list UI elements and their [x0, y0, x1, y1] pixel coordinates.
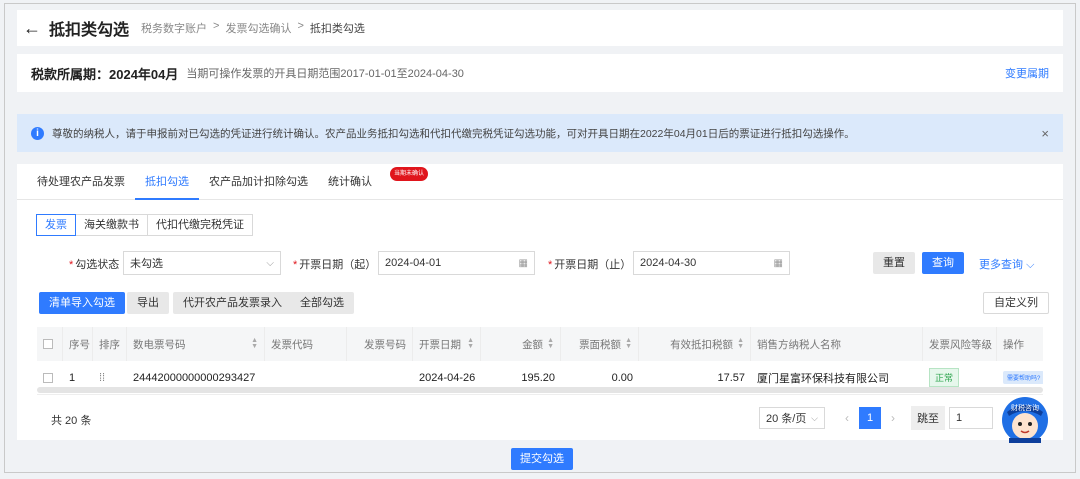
col-amount[interactable]: 金额 ▲ ▼	[481, 327, 561, 361]
next-page-icon[interactable]: ›	[891, 411, 895, 425]
goto-label: 跳至	[911, 406, 945, 430]
row-checkbox[interactable]	[43, 372, 53, 383]
submit-selection-button[interactable]: 提交勾选	[511, 448, 573, 470]
tab-agri-extra-deduction[interactable]: 农产品加计扣除勾选	[199, 164, 318, 200]
header-checkbox-cell	[37, 327, 63, 361]
select-all-button[interactable]: 全部勾选	[290, 292, 354, 314]
assistant-avatar[interactable]: 财税咨询	[1001, 396, 1049, 444]
end-date-label: * 开票日期（止）	[548, 259, 632, 271]
document-type-switch: 发票 海关缴款书 代扣代缴完税凭证	[36, 214, 253, 236]
date-range-text: 当期可操作发票的开具日期范围2017-01-01至2024-04-30	[186, 68, 464, 80]
info-icon: i	[31, 126, 44, 140]
prev-page-icon[interactable]: ‹	[845, 411, 849, 425]
notice-banner: i 尊敬的纳税人，请于申报前对已勾选的凭证进行统计确认。农产品业务抵扣勾选和代扣…	[17, 114, 1063, 152]
breadcrumb-separator: >	[213, 20, 220, 32]
chevron-down-icon: ⌵	[1026, 259, 1035, 271]
change-period-link[interactable]: 变更属期	[1005, 65, 1049, 81]
end-date-input[interactable]: 2024-04-30 ▦	[633, 251, 790, 275]
agri-invoice-entry-button[interactable]: 代开农产品发票录入	[173, 292, 292, 314]
select-all-checkbox[interactable]	[43, 339, 53, 349]
page-size-select[interactable]: 20 条/页 ⌵	[759, 407, 825, 429]
more-query-link[interactable]: 更多查询 ⌵	[979, 256, 1034, 272]
reset-button[interactable]: 重置	[873, 252, 915, 274]
tab-deduction-select[interactable]: 抵扣勾选	[135, 164, 199, 200]
end-date-value: 2024-04-30	[640, 257, 697, 269]
sort-icon: ▲ ▼	[547, 337, 554, 350]
breadcrumb-current: 抵扣类勾选	[309, 23, 365, 35]
status-select-value: 未勾选	[130, 258, 163, 270]
tax-period-label: 税款所属期：2024年04月	[31, 66, 179, 82]
calendar-icon: ▦	[518, 257, 528, 269]
col-tax[interactable]: 票面税额 ▲ ▼	[561, 327, 639, 361]
subtab-invoice[interactable]: 发票	[36, 214, 76, 236]
col-seller: 销售方纳税人名称	[751, 327, 923, 361]
horizontal-scrollbar[interactable]	[37, 387, 1043, 393]
unconfirmed-badge: 当期未确认	[389, 166, 428, 181]
goto-page-input[interactable]: 1	[949, 407, 993, 429]
tab-statistics-label: 统计确认	[328, 175, 372, 188]
status-select[interactable]: 未勾选 ⌵	[123, 251, 281, 275]
pagination-bar: 共 20 条 20 条/页 ⌵ ‹ 1 › 跳至 1	[17, 402, 1063, 430]
col-deductible[interactable]: 有效抵扣税额 ▲ ▼	[639, 327, 751, 361]
notice-text: 尊敬的纳税人，请于申报前对已勾选的凭证进行统计确认。农产品业务抵扣勾选和代扣代缴…	[52, 127, 855, 140]
invoice-table: 序号 排序 数电票号码 ▲ ▼ 发票代码 发票号码 开票日期 ▲ ▼ 金额 ▲ ▼ 票面税额…	[37, 327, 1043, 395]
breadcrumb-item[interactable]: 发票勾选确认	[225, 20, 291, 36]
col-order: 排序	[93, 327, 127, 361]
mascot-text: 财税咨询	[1011, 405, 1039, 412]
calendar-icon: ▦	[773, 257, 783, 269]
breadcrumb-separator: >	[297, 20, 304, 32]
start-date-label: * 开票日期（起）	[293, 259, 377, 271]
custom-columns-button[interactable]: 自定义列	[983, 292, 1049, 314]
col-invoice-no: 发票号码	[347, 327, 413, 361]
tab-bar: 待处理农产品发票 抵扣勾选 农产品加计扣除勾选 统计确认 当期未确认	[17, 164, 1063, 200]
table-header: 序号 排序 数电票号码 ▲ ▼ 发票代码 发票号码 开票日期 ▲ ▼ 金额 ▲ ▼ 票面税额…	[37, 327, 1043, 361]
tab-pending-agri[interactable]: 待处理农产品发票	[27, 164, 135, 200]
sort-icon: ▲ ▼	[467, 337, 474, 350]
col-operation: 操作	[1003, 338, 1024, 351]
main-panel: 待处理农产品发票 抵扣勾选 农产品加计扣除勾选 统计确认 当期未确认 发票 海关…	[17, 164, 1063, 440]
chevron-down-icon: ⌵	[266, 257, 274, 269]
start-date-input[interactable]: 2024-04-01 ▦	[378, 251, 535, 275]
breadcrumb-item[interactable]: 税务数字账户	[141, 20, 207, 36]
col-index: 序号	[63, 327, 93, 361]
sort-icon: ▲ ▼	[625, 337, 632, 350]
tab-statistics-confirm[interactable]: 统计确认 当期未确认	[318, 164, 428, 200]
risk-badge: 正常	[929, 368, 960, 387]
close-icon[interactable]: ×	[1041, 126, 1049, 141]
query-button[interactable]: 查询	[922, 252, 964, 274]
subtab-customs[interactable]: 海关缴款书	[75, 214, 148, 236]
page-size-value: 20 条/页	[766, 413, 807, 425]
subtab-withholding[interactable]: 代扣代缴完税凭证	[147, 214, 253, 236]
tax-period-bar: 税款所属期：2024年04月 当期可操作发票的开具日期范围2017-01-01至…	[17, 54, 1063, 92]
export-button[interactable]: 导出	[127, 292, 169, 314]
sort-icon: ▲ ▼	[251, 337, 258, 350]
app-frame: ← 抵扣类勾选 税务数字账户 > 发票勾选确认 > 抵扣类勾选 税款所属期：20…	[4, 3, 1076, 473]
col-digital-number[interactable]: 数电票号码 ▲ ▼	[127, 327, 265, 361]
status-filter-label: * 勾选状态	[69, 259, 120, 271]
col-issue-date[interactable]: 开票日期 ▲ ▼	[413, 327, 481, 361]
start-date-value: 2024-04-01	[385, 257, 442, 269]
total-count: 共 20 条	[51, 415, 92, 427]
help-button[interactable]: 需要帮助吗?	[1003, 371, 1043, 384]
filter-row: * 勾选状态 未勾选 ⌵ * 开票日期（起） 2024-04-01 ▦ * 开票日期（…	[17, 251, 1063, 277]
page-header: ← 抵扣类勾选 税务数字账户 > 发票勾选确认 > 抵扣类勾选	[17, 10, 1063, 46]
pager: 20 条/页 ⌵ ‹ 1 › 跳至 1	[759, 406, 993, 430]
import-list-button[interactable]: 清单导入勾选	[39, 292, 125, 314]
back-arrow-icon[interactable]: ←	[23, 18, 45, 39]
col-risk: 发票风险等级	[923, 327, 997, 361]
chevron-down-icon: ⌵	[811, 412, 818, 423]
page-number[interactable]: 1	[859, 407, 881, 429]
col-invoice-code: 发票代码	[265, 327, 347, 361]
page-title: 抵扣类勾选	[49, 22, 130, 39]
sort-icon: ▲ ▼	[737, 337, 744, 350]
breadcrumb: 税务数字账户 > 发票勾选确认 > 抵扣类勾选	[141, 20, 365, 36]
